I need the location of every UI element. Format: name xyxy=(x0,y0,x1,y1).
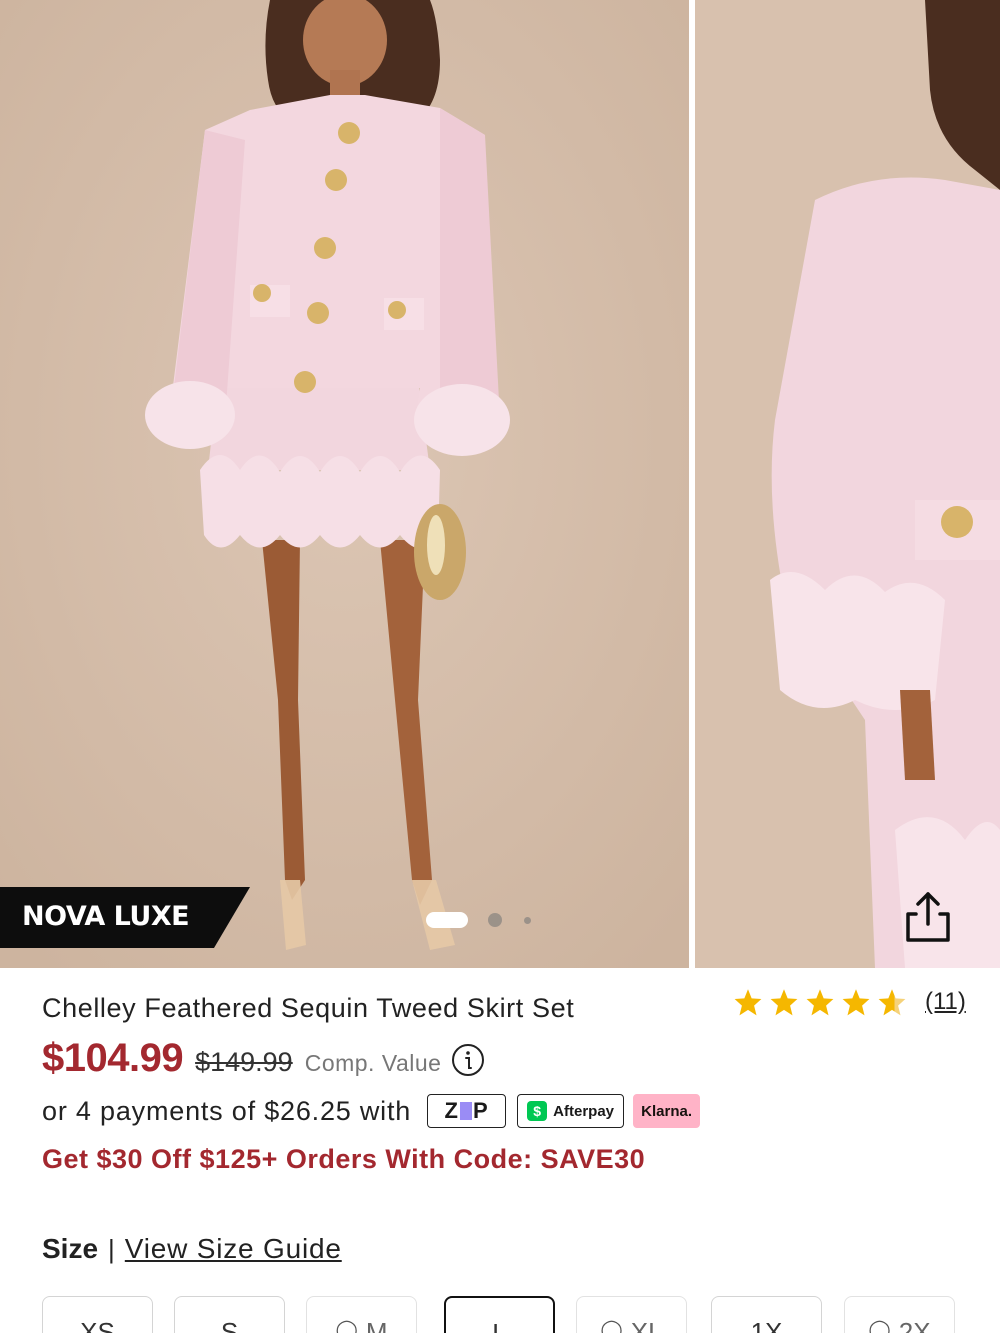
klarna-badge[interactable]: Klarna. xyxy=(633,1094,701,1128)
installment-payments: or 4 payments of $26.25 with ZP $ Afterp… xyxy=(42,1094,701,1128)
rating-stars xyxy=(733,988,913,1016)
star-icon xyxy=(770,989,798,1016)
product-image-carousel[interactable]: NOVA LUXE xyxy=(0,0,1000,968)
sale-price: $104.99 xyxy=(42,1036,184,1080)
carousel-dot-active[interactable] xyxy=(426,912,468,928)
size-option-xs[interactable]: XS xyxy=(42,1296,153,1333)
product-rating[interactable]: (11) xyxy=(733,988,966,1016)
zip-logo: ZP xyxy=(444,1098,489,1123)
brand-badge: NOVA LUXE xyxy=(0,887,250,948)
size-option-m[interactable]: ◯ M xyxy=(306,1296,417,1333)
bell-icon: ◯ xyxy=(335,1319,358,1333)
promo-code-banner: Get $30 Off $125+ Orders With Code: SAVE… xyxy=(42,1144,646,1174)
comp-value-label: Comp. Value xyxy=(304,1050,442,1076)
size-option-label: 1X xyxy=(750,1317,783,1333)
size-option-label: L xyxy=(492,1318,507,1333)
product-title: Chelley Feathered Sequin Tweed Skirt Set xyxy=(42,993,575,1023)
price-row: $104.99 $149.99 Comp. Value xyxy=(42,1036,485,1081)
cashapp-icon: $ xyxy=(527,1101,548,1121)
model-illustration xyxy=(0,0,689,968)
size-guide-link[interactable]: View Size Guide xyxy=(125,1233,342,1265)
afterpay-label: Afterpay xyxy=(553,1102,615,1120)
original-price: $149.99 xyxy=(195,1047,293,1077)
size-option-label: 2X xyxy=(898,1317,931,1333)
afterpay-badge[interactable]: $ Afterpay xyxy=(517,1094,625,1128)
star-half-icon xyxy=(878,989,906,1016)
star-icon xyxy=(806,989,834,1016)
size-option-label: M xyxy=(365,1317,388,1333)
size-options: XS S ◯ M L ◯ XL 1X ◯ 2X xyxy=(42,1296,962,1333)
size-separator: | xyxy=(108,1234,115,1264)
size-option-xl[interactable]: ◯ XL xyxy=(576,1296,687,1333)
share-button[interactable] xyxy=(900,888,956,946)
size-option-s[interactable]: S xyxy=(174,1296,285,1333)
product-photo-front[interactable]: NOVA LUXE xyxy=(0,0,689,968)
share-icon xyxy=(906,892,950,942)
model-detail-illustration xyxy=(695,0,1000,968)
size-header: Size | View Size Guide xyxy=(42,1233,342,1265)
info-icon[interactable] xyxy=(451,1043,485,1082)
carousel-dot[interactable] xyxy=(524,916,531,924)
carousel-pagination xyxy=(426,911,531,929)
size-label: Size xyxy=(42,1233,99,1264)
bell-icon: ◯ xyxy=(600,1319,623,1333)
carousel-dot[interactable] xyxy=(488,913,502,927)
bell-icon: ◯ xyxy=(868,1319,891,1333)
size-option-label: XS xyxy=(80,1317,115,1333)
product-photo-detail[interactable] xyxy=(695,0,1000,968)
brand-badge-text: NOVA LUXE xyxy=(22,901,190,932)
star-icon xyxy=(842,989,870,1016)
size-option-l[interactable]: L xyxy=(444,1296,555,1333)
star-icon xyxy=(734,989,762,1016)
review-count-link[interactable]: (11) xyxy=(925,988,966,1016)
size-option-1x[interactable]: 1X xyxy=(711,1296,822,1333)
size-option-label: S xyxy=(220,1317,239,1333)
size-option-2x[interactable]: ◯ 2X xyxy=(844,1296,955,1333)
size-option-label: XL xyxy=(630,1317,663,1333)
klarna-label: Klarna. xyxy=(641,1102,693,1120)
installment-text: or 4 payments of $26.25 with xyxy=(42,1095,412,1126)
zip-pay-badge[interactable]: ZP xyxy=(427,1094,507,1128)
